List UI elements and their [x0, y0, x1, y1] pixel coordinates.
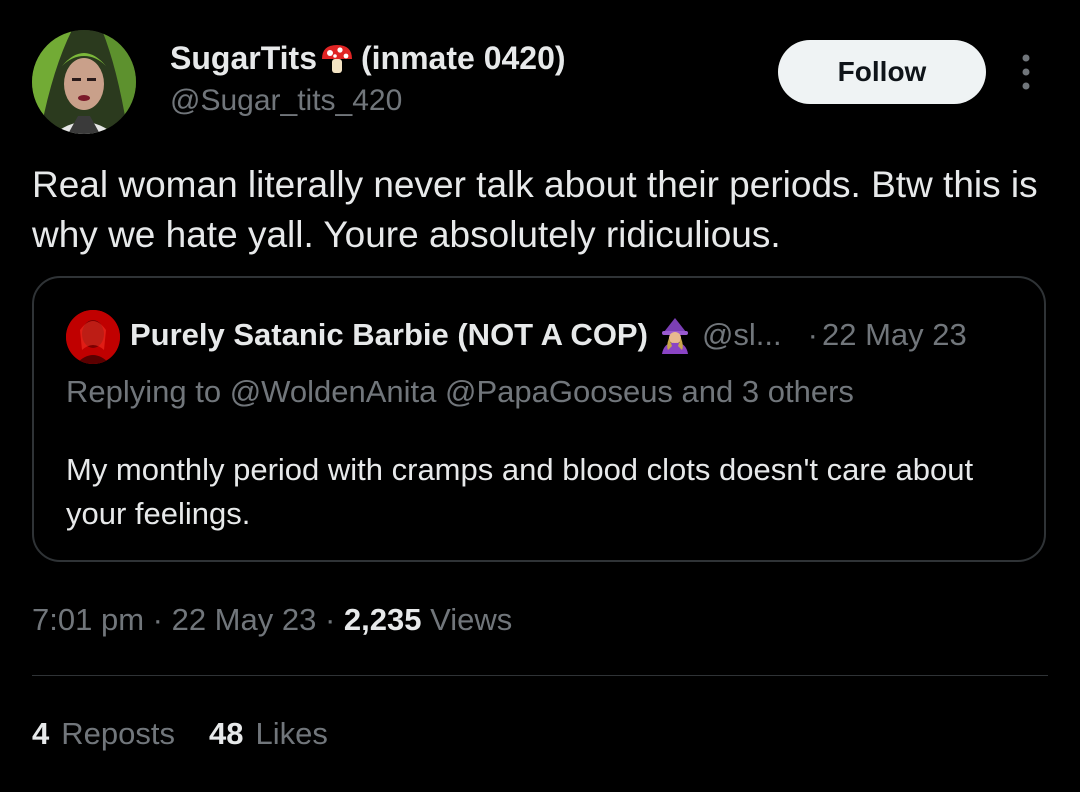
meta-separator: ·	[144, 602, 172, 637]
reposts-label: Reposts	[61, 716, 175, 751]
views-label: Views	[430, 602, 513, 637]
reposts-count: 4	[32, 716, 50, 751]
author-handle[interactable]: @Sugar_tits_420	[170, 84, 402, 118]
quoted-header: Purely Satanic Barbie (NOT A COP) @sl...…	[130, 316, 967, 354]
tweet-text: Real woman literally never talk about th…	[32, 164, 1038, 255]
quoted-text: My monthly period with cramps and blood …	[66, 452, 974, 531]
tweet-date[interactable]: 22 May 23	[172, 602, 317, 637]
woman-mage-icon	[656, 316, 694, 354]
views-count: 2,235	[343, 602, 422, 637]
quoted-author-avatar	[66, 310, 120, 364]
more-vertical-icon[interactable]	[1016, 52, 1036, 92]
author-name-suffix: (inmate 0420)	[361, 40, 566, 76]
meta-separator: ·	[316, 602, 344, 637]
quoted-separator: ·	[807, 317, 818, 352]
likes-label: Likes	[255, 716, 328, 751]
quoted-avatar-image	[66, 310, 120, 364]
quoted-display-name[interactable]: Purely Satanic Barbie (NOT A COP)	[130, 317, 648, 353]
mushroom-icon	[319, 41, 355, 77]
quoted-tweet[interactable]: Purely Satanic Barbie (NOT A COP) @sl...…	[32, 276, 1046, 562]
tweet-detail: SugarTits (inmate 0420) @Sugar_tits_420 …	[0, 0, 1080, 792]
quoted-handle[interactable]: @sl...	[702, 317, 782, 353]
quoted-date[interactable]: 22 May 23	[822, 317, 967, 353]
author-display-name: SugarTits	[170, 40, 317, 76]
engagement-stats: 4 Reposts 48 Likes	[32, 716, 362, 752]
divider	[32, 675, 1048, 676]
tweet-time[interactable]: 7:01 pm	[32, 602, 144, 637]
likes-count: 48	[208, 716, 244, 751]
author-name[interactable]: SugarTits (inmate 0420)	[170, 40, 566, 77]
avatar-image	[32, 30, 136, 134]
likes-stat[interactable]: 48 Likes	[209, 716, 328, 752]
quoted-replying-to: Replying to @WoldenAnita @PapaGooseus an…	[66, 374, 854, 409]
reposts-stat[interactable]: 4 Reposts	[32, 716, 175, 752]
follow-button[interactable]: Follow	[778, 40, 986, 104]
tweet-meta: 7:01 pm · 22 May 23 · 2,235 Views	[32, 602, 512, 638]
author-avatar[interactable]	[32, 30, 136, 134]
